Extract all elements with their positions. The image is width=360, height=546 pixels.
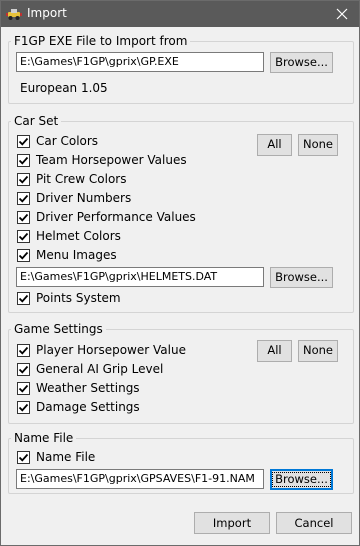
general-ai-grip-level-label: General AI Grip Level xyxy=(36,362,164,376)
pit-crew-colors-label: Pit Crew Colors xyxy=(36,172,127,186)
checkbox-box xyxy=(17,450,30,464)
exe-browse-button[interactable]: Browse... xyxy=(270,52,333,73)
checkbox-box xyxy=(17,229,30,243)
pit-crew-colors-checkbox[interactable]: Pit Crew Colors xyxy=(17,171,126,187)
menu-images-label: Menu Images xyxy=(36,248,117,262)
driver-performance-values-label: Driver Performance Values xyxy=(36,210,196,224)
name-file-browse-label: Browse... xyxy=(272,472,331,487)
close-icon xyxy=(336,8,348,20)
close-button[interactable] xyxy=(329,2,355,26)
name-file-browse-button[interactable]: Browse... xyxy=(270,469,333,490)
car-colors-checkbox[interactable]: Car Colors xyxy=(17,133,98,149)
checkmark-icon xyxy=(18,194,29,203)
checkmark-icon xyxy=(18,403,29,412)
car-set-all-button[interactable]: All xyxy=(257,134,292,156)
driver-numbers-checkbox[interactable]: Driver Numbers xyxy=(17,190,131,206)
import-button[interactable]: Import xyxy=(194,512,270,534)
car-set-none-button[interactable]: None xyxy=(298,134,338,156)
weather-settings-checkbox[interactable]: Weather Settings xyxy=(17,380,140,396)
player-horsepower-value-checkbox[interactable]: Player Horsepower Value xyxy=(17,342,186,358)
driver-performance-values-checkbox[interactable]: Driver Performance Values xyxy=(17,209,196,225)
checkbox-box xyxy=(17,248,30,262)
title-bar[interactable]: Import xyxy=(1,1,359,27)
checkbox-box xyxy=(17,291,30,305)
helmets-browse-button[interactable]: Browse... xyxy=(270,267,333,288)
helmet-colors-checkbox[interactable]: Helmet Colors xyxy=(17,228,121,244)
car-icon xyxy=(6,6,22,22)
driver-numbers-label: Driver Numbers xyxy=(36,191,132,205)
checkbox-box xyxy=(17,153,30,167)
checkbox-box xyxy=(17,343,30,357)
checkbox-box xyxy=(17,362,30,376)
checkmark-icon xyxy=(18,365,29,374)
team-horsepower-values-checkbox[interactable]: Team Horsepower Values xyxy=(17,152,187,168)
menu-images-checkbox[interactable]: Menu Images xyxy=(17,247,117,263)
helmet-colors-label: Helmet Colors xyxy=(36,229,121,243)
checkbox-box xyxy=(17,210,30,224)
checkmark-icon xyxy=(18,251,29,260)
checkmark-icon xyxy=(18,294,29,303)
points-system-checkbox[interactable]: Points System xyxy=(17,290,121,306)
car-colors-label: Car Colors xyxy=(36,134,99,148)
import-dialog: Import F1GP EXE File to Import from E:\G… xyxy=(0,0,360,546)
player-horsepower-value-label: Player Horsepower Value xyxy=(36,343,186,357)
checkmark-icon xyxy=(18,384,29,393)
name-file-legend: Name File xyxy=(14,431,74,445)
weather-settings-label: Weather Settings xyxy=(36,381,140,395)
checkbox-box xyxy=(17,400,30,414)
exe-group-legend: F1GP EXE File to Import from xyxy=(14,34,188,48)
game-settings-none-button[interactable]: None xyxy=(298,340,338,362)
exe-version-label: European 1.05 xyxy=(20,81,108,95)
car-set-legend: Car Set xyxy=(14,114,59,128)
game-settings-legend: Game Settings xyxy=(14,322,103,336)
checkmark-icon xyxy=(18,213,29,222)
damage-settings-checkbox[interactable]: Damage Settings xyxy=(17,399,140,415)
cancel-button[interactable]: Cancel xyxy=(276,512,352,534)
game-settings-all-button[interactable]: All xyxy=(257,340,292,362)
checkmark-icon xyxy=(18,175,29,184)
checkbox-box xyxy=(17,172,30,186)
damage-settings-label: Damage Settings xyxy=(36,400,140,414)
name-file-checkbox[interactable]: Name File xyxy=(17,449,95,465)
checkbox-box xyxy=(17,191,30,205)
general-ai-grip-level-checkbox[interactable]: General AI Grip Level xyxy=(17,361,163,377)
points-system-label: Points System xyxy=(36,291,121,305)
checkmark-icon xyxy=(18,453,29,462)
checkmark-icon xyxy=(18,137,29,146)
team-horsepower-values-label: Team Horsepower Values xyxy=(36,153,187,167)
exe-path-field[interactable]: E:\Games\F1GP\gprix\GP.EXE xyxy=(16,52,264,72)
name-file-checkbox-label: Name File xyxy=(36,450,96,464)
checkmark-icon xyxy=(18,232,29,241)
name-file-path-field[interactable]: E:\Games\F1GP\gprix\GPSAVES\F1-91.NAM xyxy=(16,469,264,489)
checkbox-box xyxy=(17,134,30,148)
checkbox-box xyxy=(17,381,30,395)
checkmark-icon xyxy=(18,346,29,355)
checkmark-icon xyxy=(18,156,29,165)
helmets-path-field[interactable]: E:\Games\F1GP\gprix\HELMETS.DAT xyxy=(16,267,264,287)
window-title: Import xyxy=(27,6,67,20)
